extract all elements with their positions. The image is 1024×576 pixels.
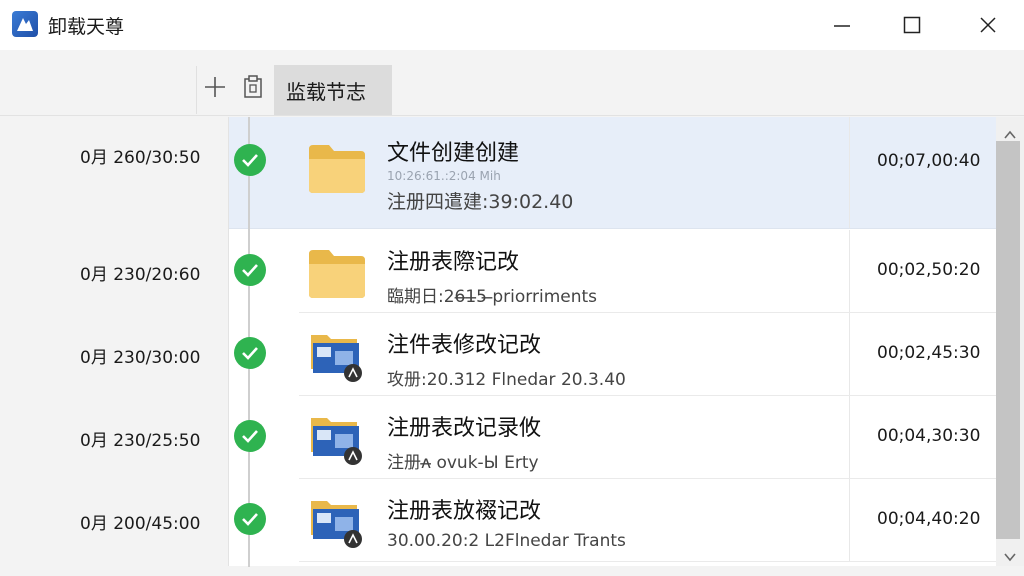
plus-icon	[205, 77, 225, 97]
registry-icon	[307, 329, 367, 382]
time-label: 0月 200/45:00	[80, 514, 201, 534]
entry-subtitle: 臨期日:26̶1̶5 ̶priorriments	[387, 287, 598, 307]
entry-subtitle: 30.00.20:2 L2Flnedar Trants	[387, 531, 626, 551]
list-item[interactable]: 注册表改记录攸 注册ʌ̶ ovuk-Ы Erty 00;04,30:30	[299, 396, 997, 479]
clipboard-icon	[244, 75, 262, 98]
check-icon	[234, 420, 266, 452]
time-label: 0月 230/30:00	[80, 348, 201, 368]
minimize-icon	[834, 25, 850, 27]
folder-icon	[307, 246, 367, 298]
entry-subtitle: 攻册:20.312 Flnedar 20.3.40	[387, 370, 626, 390]
registry-icon	[307, 412, 367, 465]
maximize-icon	[903, 16, 921, 34]
entry-duration: 00;02,50:20	[877, 260, 981, 280]
check-icon	[234, 144, 266, 176]
column-divider	[849, 479, 850, 561]
time-label: 0月 230/20:60	[80, 265, 201, 285]
title-bar: 卸载天尊	[0, 0, 1024, 50]
entry-subtitle: 注册ʌ̶ ovuk-Ы Erty	[387, 453, 539, 473]
list-item[interactable]: 注件表修改记改 攻册:20.312 Flnedar 20.3.40 00;02,…	[299, 313, 997, 396]
column-divider	[849, 396, 850, 478]
column-divider	[849, 117, 850, 228]
maximize-button[interactable]	[882, 0, 942, 50]
entry-duration: 00;02,45:30	[877, 343, 981, 363]
entry-title: 文件创建创建	[387, 141, 520, 166]
entry-duration: 00;04,30:30	[877, 426, 981, 446]
add-button[interactable]	[202, 74, 228, 100]
list-item[interactable]: 注册表際记改 臨期日:26̶1̶5 ̶priorriments 00;02,50…	[299, 230, 997, 313]
tab-monitor-log[interactable]: 监载节志	[274, 65, 392, 115]
time-label: 0月 260/30:50	[80, 148, 201, 168]
scrollbar-thumb[interactable]	[996, 141, 1020, 539]
check-icon	[234, 254, 266, 286]
toolbar: 监载节志	[0, 50, 1024, 116]
close-button[interactable]	[958, 0, 1018, 50]
entry-duration: 00;04,40:20	[877, 509, 981, 529]
vertical-scrollbar[interactable]	[996, 117, 1024, 566]
entry-title: 注件表修改记改	[387, 333, 542, 358]
time-label: 0月 230/25:50	[80, 431, 201, 451]
list-item[interactable]: 注册表放裰记改 30.00.20:2 L2Flnedar Trants 00;0…	[299, 479, 997, 562]
entry-duration: 00;07,00:40	[877, 151, 981, 171]
log-list: 文件创建创建 10:26:61.:2:04 Mih 注册四遣建:39:02.40…	[228, 117, 997, 566]
entry-title: 注册表際记改	[387, 250, 520, 275]
entry-subtitle: 注册四遣建:39:02.40	[387, 191, 574, 213]
app-logo-icon	[12, 11, 38, 37]
folder-icon	[307, 141, 367, 193]
check-icon	[234, 503, 266, 535]
scroll-down-arrow-icon[interactable]	[1004, 547, 1016, 562]
clipboard-button[interactable]	[240, 74, 266, 100]
window-title: 卸载天尊	[48, 16, 125, 38]
timestamp-column: 0月 260/30:50 0月 230/20:60 0月 230/30:00 0…	[0, 117, 228, 576]
entry-title: 注册表放裰记改	[387, 499, 542, 524]
entry-faint-text: 10:26:61.:2:04 Mih	[387, 169, 501, 183]
registry-icon	[307, 495, 367, 548]
toolbar-divider	[196, 66, 197, 114]
list-item[interactable]: 文件创建创建 10:26:61.:2:04 Mih 注册四遣建:39:02.40…	[229, 117, 997, 229]
column-divider	[849, 313, 850, 395]
check-icon	[234, 337, 266, 369]
tab-label: 监载节志	[286, 80, 366, 104]
entry-title: 注册表改记录攸	[387, 416, 542, 441]
column-divider	[849, 230, 850, 312]
minimize-button[interactable]	[812, 0, 872, 50]
close-icon	[980, 17, 996, 33]
scroll-up-arrow-icon[interactable]	[1004, 125, 1016, 139]
